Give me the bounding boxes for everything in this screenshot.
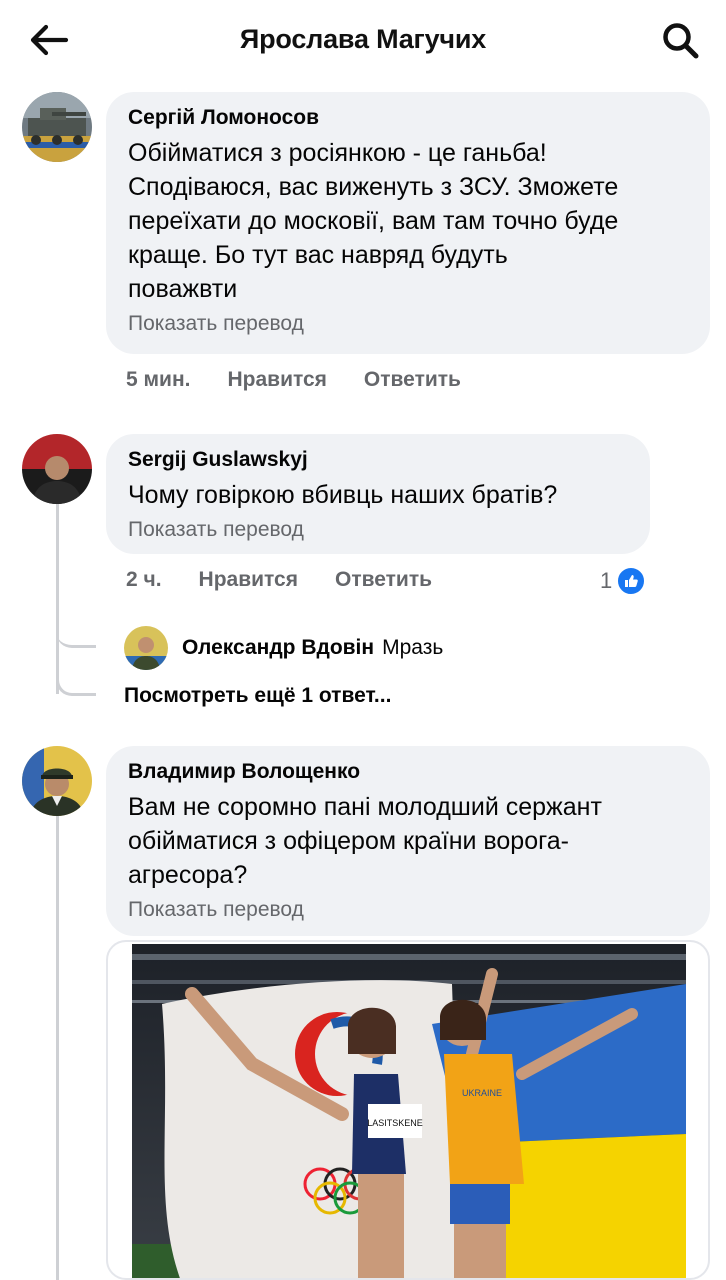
comment-author[interactable]: Sergij Guslawskyj <box>128 446 628 474</box>
view-more-replies-link[interactable]: Посмотреть ещё 1 ответ... <box>124 684 391 708</box>
comment-time: 5 мин. <box>126 368 191 391</box>
reply-button[interactable]: Ответить <box>364 368 461 392</box>
search-icon <box>663 23 699 59</box>
show-translation-link[interactable]: Показать перевод <box>128 896 688 924</box>
comment-bubble-3: Владимир Волощенко Вам не соромно пані м… <box>106 746 710 936</box>
officer-avatar-icon <box>22 746 92 816</box>
reply-text: Мразь <box>382 636 444 659</box>
comment-author[interactable]: Сергій Ломоносов <box>128 104 688 132</box>
comment-bubble-2: Sergij Guslawskyj Чому говіркою вбивць н… <box>106 434 650 554</box>
comment-author[interactable]: Владимир Волощенко <box>128 758 688 786</box>
reply-author[interactable]: Олександр Вдовін <box>182 636 374 660</box>
comment-time: 2 ч. <box>126 568 162 591</box>
comment-text-line: Вам не соромно пані молодший сержант <box>128 793 602 821</box>
comment-text-line: краще. Бо тут вас навряд будуть <box>128 241 508 269</box>
comment-text: Вам не соромно пані молодший сержант обі… <box>128 790 688 892</box>
comment-text-line: обійматися з офіцером країни ворога- <box>128 827 569 855</box>
page-title: Ярослава Магучих <box>239 24 487 54</box>
like-icon <box>616 566 647 596</box>
comment-bubble-1: Сергій Ломоносов Обійматися з росіянкою … <box>106 92 710 354</box>
like-button[interactable]: Нравится <box>199 568 298 592</box>
show-translation-link[interactable]: Показать перевод <box>128 516 628 544</box>
reply-button[interactable]: Ответить <box>335 568 432 592</box>
avatar-oleksandr-vdovin[interactable] <box>124 626 168 670</box>
like-button[interactable]: Нравится <box>227 368 326 392</box>
athletes-photo: LASITSKENE UKRAINE <box>132 944 686 1278</box>
reply-preview[interactable]: Олександр Вдовін Мразь <box>124 626 443 670</box>
search-button[interactable] <box>660 20 702 62</box>
comment-text-line: переїхати до московії, вам там точно буд… <box>128 207 619 235</box>
thread-elbow <box>56 610 96 648</box>
comment-text: Чому говіркою вбивць наших братів? <box>128 481 558 509</box>
reaction-count-number: 1 <box>600 568 613 593</box>
comment-text-line: Сподіваюся, вас виженуть з ЗСУ. Зможете <box>128 173 619 201</box>
comment-actions-1: 5 мин. Нравится Ответить <box>126 368 461 392</box>
show-translation-link[interactable]: Показать перевод <box>128 310 688 338</box>
person-avatar-icon <box>124 626 168 670</box>
header-bar: Ярослава Магучих <box>0 0 726 82</box>
comment-text-line: Обійматися з росіянкою - це ганьба! <box>128 139 547 167</box>
bib-text: LASITSKENE <box>367 1118 423 1128</box>
thread-elbow <box>56 660 96 696</box>
avatar-sergii-lomonosov[interactable] <box>22 92 92 162</box>
comment-actions-2: 2 ч. Нравится Ответить <box>126 568 432 592</box>
comment-text-line: поважвти <box>128 275 238 303</box>
military-vehicle-avatar-icon <box>22 92 92 162</box>
reaction-count[interactable]: 1 <box>600 566 647 596</box>
comment-text: Обійматися з росіянкою - це ганьба! Спод… <box>128 136 688 306</box>
shirt-text: UKRAINE <box>462 1088 502 1098</box>
person-flag-avatar-icon <box>22 434 92 504</box>
thread-line <box>56 816 59 1280</box>
avatar-sergij-guslawskyj[interactable] <box>22 434 92 504</box>
comment-text-line: агресора? <box>128 861 248 889</box>
comment-photo[interactable]: LASITSKENE UKRAINE <box>132 944 686 1278</box>
avatar-volodymyr-voloshchenko[interactable] <box>22 746 92 816</box>
comment-photo-card[interactable]: LASITSKENE UKRAINE <box>106 940 710 1280</box>
